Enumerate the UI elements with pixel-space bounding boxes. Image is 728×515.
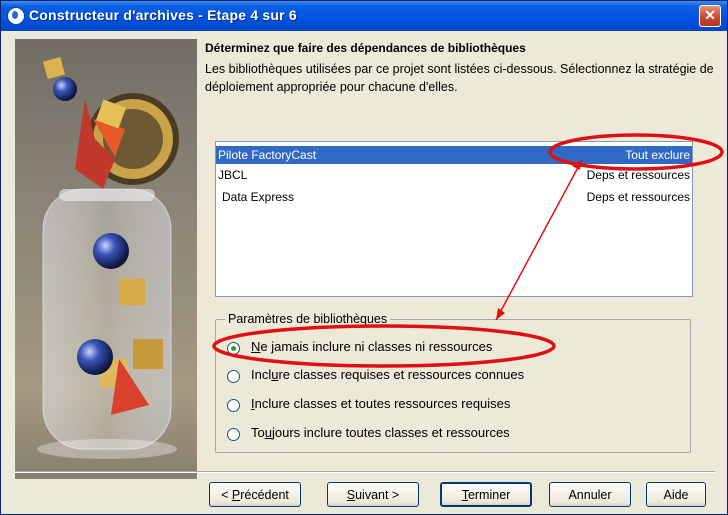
close-icon[interactable]: ✕ xyxy=(699,5,721,27)
library-strategy: Deps et ressources xyxy=(586,168,690,182)
wizard-illustration xyxy=(15,39,197,479)
radio-icon[interactable] xyxy=(227,428,240,441)
library-name: JBCL xyxy=(218,168,248,182)
wizard-illustration-svg xyxy=(15,39,197,479)
list-item[interactable]: Data Express Deps et ressources xyxy=(216,188,692,206)
next-button[interactable]: Suivant > xyxy=(327,482,419,507)
radio-label: Inclure classes et toutes ressources req… xyxy=(251,396,511,411)
finish-button[interactable]: Terminer xyxy=(440,482,532,507)
previous-button[interactable]: < Précédent xyxy=(209,482,301,507)
dialog-window: Constructeur d'archives - Etape 4 sur 6 … xyxy=(0,0,728,515)
library-strategy: Tout exclure xyxy=(625,148,690,162)
radio-label: Ne jamais inclure ni classes ni ressourc… xyxy=(251,339,493,354)
radio-label: Inclure classes requises et ressources c… xyxy=(251,367,525,382)
radio-icon[interactable] xyxy=(227,342,240,355)
list-item[interactable]: Pilote FactoryCast Tout exclure xyxy=(216,146,692,164)
radio-icon[interactable] xyxy=(227,399,240,412)
title-bar[interactable]: Constructeur d'archives - Etape 4 sur 6 … xyxy=(1,1,727,31)
library-strategy: Deps et ressources xyxy=(586,190,690,204)
window-title: Constructeur d'archives - Etape 4 sur 6 xyxy=(29,7,297,23)
page-description: Les bibliothèques utilisées par ce proje… xyxy=(205,62,714,94)
library-name: Data Express xyxy=(222,190,295,204)
radio-icon[interactable] xyxy=(227,370,240,383)
group-label: Paramètres de bibliothèques xyxy=(225,312,391,326)
radio-label: Toujours inclure toutes classes et resso… xyxy=(251,425,510,440)
library-list[interactable]: Pilote FactoryCast Tout exclure JBCL Dep… xyxy=(215,141,693,297)
button-divider xyxy=(15,471,715,473)
help-button[interactable]: Aide xyxy=(646,482,706,507)
page-heading: Déterminez que faire des dépendances de … xyxy=(205,41,526,55)
app-icon xyxy=(7,7,25,25)
cancel-button[interactable]: Annuler xyxy=(549,482,631,507)
library-name: Pilote FactoryCast xyxy=(218,148,317,162)
list-item[interactable]: JBCL Deps et ressources xyxy=(216,166,692,184)
